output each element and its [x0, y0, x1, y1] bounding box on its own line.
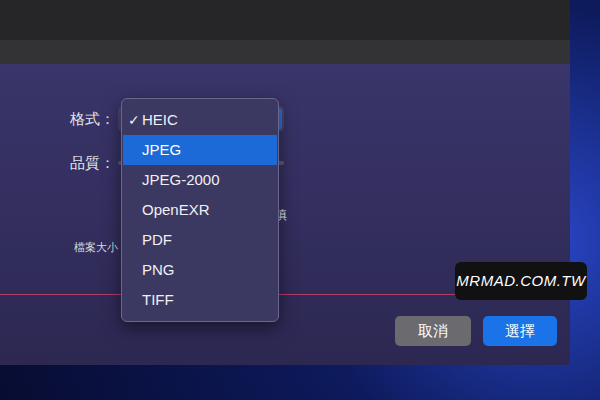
format-menu: ✓HEIC JPEG JPEG-2000 OpenEXR PDF PNG TIFF: [121, 98, 279, 322]
choose-button[interactable]: 選擇: [483, 316, 557, 346]
watermark-text: MRMAD.COM.TW: [456, 270, 585, 293]
toolbar-strip: [0, 40, 570, 64]
cancel-button[interactable]: 取消: [395, 316, 471, 346]
quality-label: 品質：: [0, 152, 118, 175]
format-menu-item[interactable]: JPEG: [123, 135, 277, 165]
format-menu-label: OpenEXR: [142, 199, 210, 222]
format-menu-label: PNG: [142, 259, 175, 282]
dialog-body: 格式： 品質： 填檔案大小： 取消選擇: [0, 64, 570, 365]
format-menu-item[interactable]: PDF: [123, 225, 277, 255]
option-row: 填: [0, 205, 570, 225]
format-menu-item[interactable]: JPEG-2000: [123, 165, 277, 195]
format-menu-label: JPEG-2000: [142, 169, 220, 192]
screen: 格式： 品質： 填檔案大小： 取消選擇 ✓HEIC JPEG JPEG-2000 OpenEX…: [0, 0, 600, 400]
format-menu-item[interactable]: TIFF: [123, 285, 277, 315]
format-menu-label: TIFF: [142, 289, 174, 312]
format-row: 格式：: [0, 106, 570, 132]
format-menu-label: HEIC: [142, 109, 178, 132]
format-menu-label: PDF: [142, 229, 172, 252]
file-size-row: 檔案大小：: [0, 237, 570, 257]
export-dialog: 格式： 品質： 填檔案大小： 取消選擇: [0, 0, 570, 365]
check-mark: ✓: [123, 110, 142, 131]
button-row: 取消選擇: [0, 316, 570, 346]
format-label: 格式：: [0, 108, 118, 131]
format-menu-item[interactable]: OpenEXR: [123, 195, 277, 225]
title-bar: [0, 0, 570, 40]
format-menu-item[interactable]: PNG: [123, 255, 277, 285]
quality-row: 品質：: [0, 150, 570, 176]
watermark: MRMAD.COM.TW: [455, 262, 587, 300]
format-menu-item[interactable]: ✓HEIC: [123, 105, 277, 135]
format-menu-label: JPEG: [142, 139, 181, 162]
